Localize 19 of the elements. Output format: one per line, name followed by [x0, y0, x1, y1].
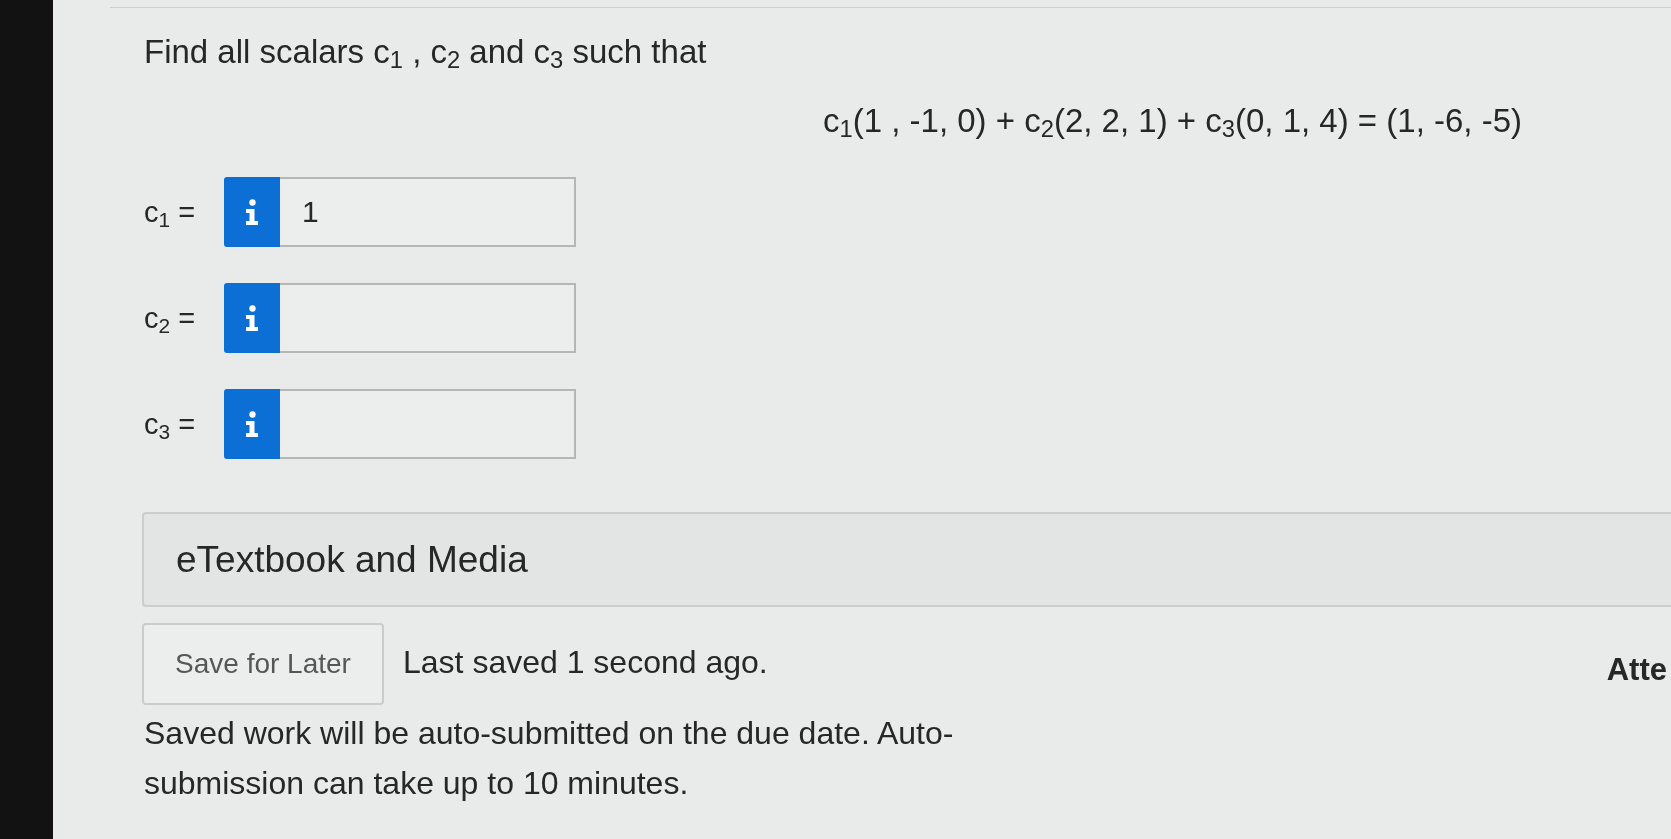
info-button[interactable] [224, 177, 280, 247]
answer-label: c$_{2}$ = [143, 301, 197, 336]
cut-off-heading: Atte [1606, 652, 1668, 688]
answer-field[interactable] [280, 389, 576, 459]
answer-label: c$_{3}$ = [143, 407, 197, 442]
equation-text: c$_{1}$(1 , -1, 0) + c$_{2}$(2, 2, 1) + c$_{3}$(0, 1, 4) = (1, -6, -5) [823, 102, 1522, 140]
save-status-text: Last saved 1 second ago. [403, 643, 768, 681]
resources-panel-header[interactable]: eTextbook and Media [142, 512, 1671, 607]
info-icon [245, 199, 259, 225]
save-for-later-button[interactable]: Save for Later [142, 623, 384, 705]
auto-submit-note: Saved work will be auto-submitted on the due date. Auto-submission can take up to 10 minutes. [144, 714, 955, 803]
answer-label: c$_{1}$ = [143, 195, 197, 230]
answer-field[interactable]: 1 [280, 177, 576, 247]
info-button[interactable] [224, 283, 280, 353]
answer-field[interactable] [280, 283, 576, 353]
info-icon [245, 411, 259, 437]
question-prompt: Find all scalars c$_{1}$ , c$_{2}$ and c$_{3}$ such that [144, 33, 707, 71]
info-icon [245, 305, 259, 331]
info-button[interactable] [224, 389, 280, 459]
